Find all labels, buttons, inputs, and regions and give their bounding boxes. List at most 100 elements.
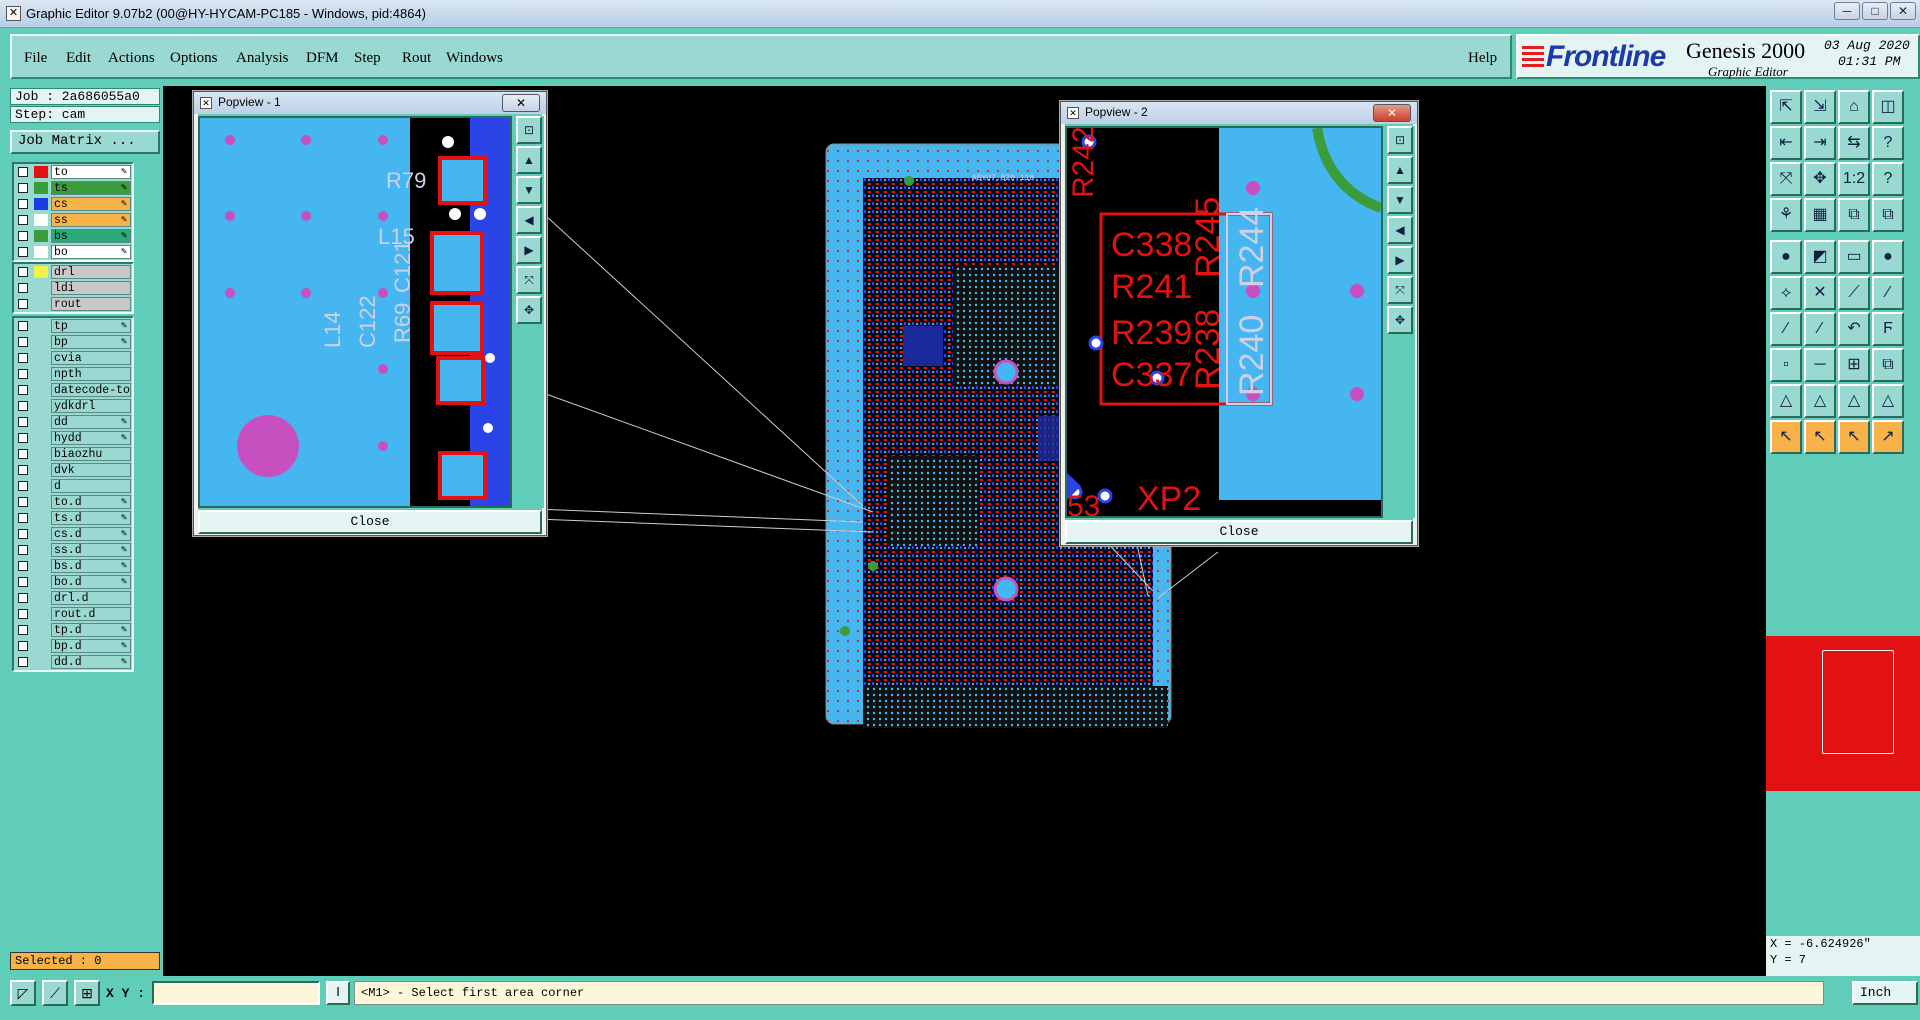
paste-icon[interactable]: ⧉ (1872, 198, 1904, 232)
layer-name[interactable]: dvk (51, 463, 131, 477)
layer-color-swatch[interactable] (34, 182, 48, 194)
grid-icon[interactable]: ⊞ (74, 980, 100, 1006)
layer-row[interactable]: dvk (14, 462, 132, 478)
menu-options[interactable]: Options (170, 50, 218, 67)
layer-checkbox[interactable] (18, 625, 28, 635)
layer-row[interactable]: bo ✎ (14, 244, 132, 260)
zoom-fit-icon[interactable]: ✥ (1387, 306, 1413, 334)
layer-name[interactable]: dd ✎ (51, 415, 131, 429)
help-icon[interactable]: ? (1872, 126, 1904, 160)
layer-checkbox[interactable] (18, 641, 28, 651)
layer-checkbox[interactable] (18, 449, 28, 459)
pan-right-icon[interactable]: ⇥ (1804, 126, 1836, 160)
layer-color-swatch[interactable] (34, 166, 48, 178)
popview-2-close-button[interactable]: Close (1065, 520, 1413, 544)
pan-right-icon[interactable]: ▶ (516, 236, 542, 264)
layer-row[interactable]: bp ✎ (14, 334, 132, 350)
swap-icon[interactable]: ⇆ (1838, 126, 1870, 160)
menu-actions[interactable]: Actions (108, 50, 155, 67)
zoom-out-icon[interactable]: ⇲ (1804, 90, 1836, 124)
layer-name[interactable]: tp.d ✎ (51, 623, 131, 637)
maximize-icon[interactable]: □ (1862, 2, 1888, 20)
pointer-icon[interactable]: ↖ (1804, 420, 1836, 454)
pad-icon[interactable]: ● (1770, 240, 1802, 274)
menu-help[interactable]: Help (1468, 50, 1497, 67)
layer-row[interactable]: ts.d ✎ (14, 510, 132, 526)
layer-checkbox[interactable] (18, 497, 28, 507)
popview-2-titlebar[interactable]: ✕ Popview - 2 ✕ (1061, 102, 1417, 124)
layer-name[interactable]: bp ✎ (51, 335, 131, 349)
layer-name[interactable]: npth (51, 367, 131, 381)
popview-1-close-icon[interactable]: ✕ (502, 94, 540, 112)
line-add-icon[interactable]: ∕ (1770, 312, 1802, 346)
layer-checkbox[interactable] (18, 337, 28, 347)
pan-left-icon[interactable]: ◀ (516, 206, 542, 234)
zoom-fit-icon[interactable]: ✥ (1804, 162, 1836, 196)
popview-1-close-button[interactable]: Close (198, 510, 542, 534)
layer-name[interactable]: ldi (51, 281, 131, 295)
layer-checkbox[interactable] (18, 183, 28, 193)
home-icon[interactable]: ⌂ (1838, 90, 1870, 124)
layer-name[interactable]: tp ✎ (51, 319, 131, 333)
layer-checkbox[interactable] (18, 385, 28, 395)
popview-1-view[interactable]: R79 L15 C121 R69 C122 L14 (198, 116, 512, 508)
layer-row[interactable]: cs ✎ (14, 196, 132, 212)
layer-checkbox[interactable] (18, 167, 28, 177)
scale-icon[interactable]: 1:2 (1838, 162, 1870, 196)
line-drag-icon[interactable]: ∕ (1804, 312, 1836, 346)
node-icon[interactable]: ⟡ (1770, 276, 1802, 310)
layer-row[interactable]: to ✎ (14, 164, 132, 180)
popview-1-window[interactable]: ✕ Popview - 1 ✕ R79 L15 C121 R69 C122 L1… (193, 91, 547, 536)
pointer-icon[interactable]: ↖ (1838, 420, 1870, 454)
layer-name[interactable]: rout.d (51, 607, 131, 621)
triangle-icon[interactable]: △ (1838, 384, 1870, 418)
zoom-window-icon[interactable]: ⊡ (1387, 126, 1413, 154)
pan-up-icon[interactable]: ▲ (1387, 156, 1413, 184)
layer-name[interactable]: to.d ✎ (51, 495, 131, 509)
layer-name[interactable]: cs ✎ (51, 197, 131, 211)
layer-checkbox[interactable] (18, 513, 28, 523)
pan-down-icon[interactable]: ▼ (1387, 186, 1413, 214)
overview-minimap[interactable] (1766, 636, 1920, 791)
layer-name[interactable]: bo.d ✎ (51, 575, 131, 589)
snap-icon[interactable]: ⚘ (1770, 198, 1802, 232)
layer-name[interactable]: dd.d ✎ (51, 655, 131, 669)
layer-row[interactable]: cs.d ✎ (14, 526, 132, 542)
layer-checkbox[interactable] (18, 417, 28, 427)
pointer-icon[interactable]: ↗ (1872, 420, 1904, 454)
layer-name[interactable]: biaozhu (51, 447, 131, 461)
layer-name[interactable]: bo ✎ (51, 245, 131, 259)
triangle-icon[interactable]: △ (1770, 384, 1802, 418)
pan-left-icon[interactable]: ⇤ (1770, 126, 1802, 160)
layer-checkbox[interactable] (18, 609, 28, 619)
layer-checkbox[interactable] (18, 545, 28, 555)
layer-name[interactable]: d (51, 479, 131, 493)
layer-row[interactable]: ldi (14, 280, 132, 296)
menu-analysis[interactable]: Analysis (236, 50, 289, 67)
layer-row[interactable]: tp ✎ (14, 318, 132, 334)
help-icon[interactable]: ? (1872, 162, 1904, 196)
layer-color-swatch[interactable] (34, 198, 48, 210)
layer-name[interactable]: ss.d ✎ (51, 543, 131, 557)
duplicate-icon[interactable]: ⧉ (1872, 348, 1904, 382)
zoom-fit-icon[interactable]: ✥ (516, 296, 542, 324)
layer-row[interactable]: d (14, 478, 132, 494)
popview-1-titlebar[interactable]: ✕ Popview - 1 ✕ (194, 92, 546, 114)
layer-checkbox[interactable] (18, 369, 28, 379)
menu-rout[interactable]: Rout (402, 50, 431, 67)
layer-checkbox[interactable] (18, 199, 28, 209)
layer-row[interactable]: tp.d ✎ (14, 622, 132, 638)
layer-row[interactable]: dd ✎ (14, 414, 132, 430)
layer-color-swatch[interactable] (34, 214, 48, 226)
layer-checkbox[interactable] (18, 561, 28, 571)
layer-name[interactable]: cvia (51, 351, 131, 365)
layer-row[interactable]: bs.d ✎ (14, 558, 132, 574)
pan-up-icon[interactable]: ▲ (516, 146, 542, 174)
minimize-icon[interactable]: ─ (1834, 2, 1860, 20)
fill-icon[interactable]: ◩ (1804, 240, 1836, 274)
layer-checkbox[interactable] (18, 481, 28, 491)
layer-row[interactable]: ss ✎ (14, 212, 132, 228)
layer-checkbox[interactable] (18, 657, 28, 667)
move-icon[interactable]: ▫ (1770, 348, 1802, 382)
layer-row[interactable]: to.d ✎ (14, 494, 132, 510)
